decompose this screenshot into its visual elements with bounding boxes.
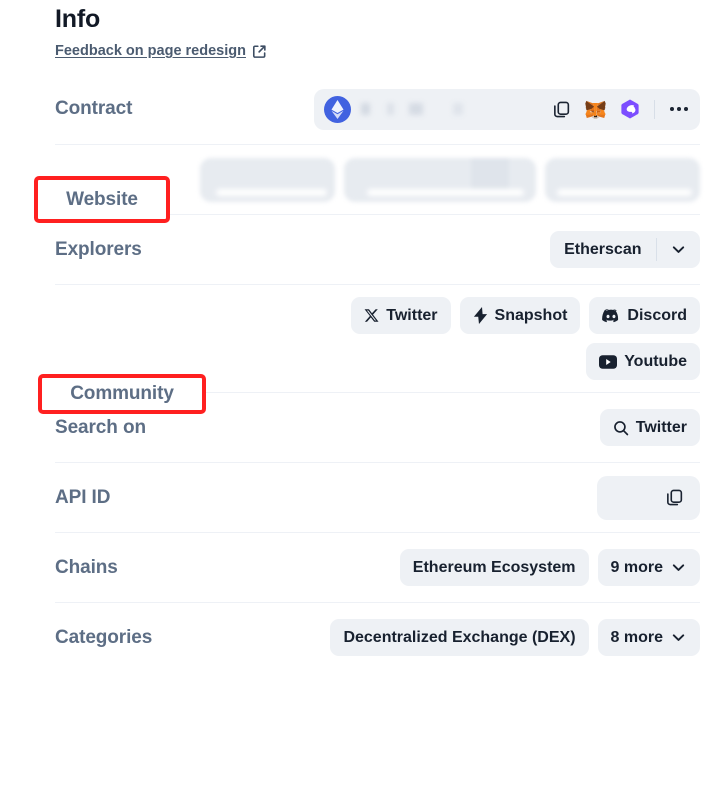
row-value-contract (142, 88, 700, 130)
row-website: Website (55, 144, 700, 214)
copy-icon[interactable] (549, 96, 575, 122)
external-link-icon (252, 44, 267, 59)
page-title: Info (55, 5, 101, 33)
category-chip-label: Decentralized Exchange (DEX) (343, 629, 576, 646)
community-chip-label: Snapshot (494, 307, 568, 324)
info-rows: Contract Explorers Etherscan Twitter Sna… (0, 74, 720, 672)
row-community: Community Twitter Snapshot (55, 284, 700, 392)
api-id-pill[interactable] (597, 475, 700, 520)
chain-chip-primary[interactable]: Ethereum Ecosystem (399, 549, 589, 586)
row-value-search-on: Twitter (156, 409, 700, 446)
row-search-on: Search on Twitter (55, 392, 700, 462)
discord-icon (602, 308, 620, 323)
website-link-placeholder-1[interactable] (200, 157, 335, 202)
community-chip-snapshot[interactable]: Snapshot (459, 297, 581, 334)
snapshot-bolt-icon (473, 307, 488, 324)
row-api-id: API ID (55, 462, 700, 532)
row-categories: Categories Decentralized Exchange (DEX) … (55, 602, 700, 672)
chevron-down-icon[interactable] (657, 231, 700, 268)
feedback-link-row[interactable]: Feedback on page redesign (55, 42, 267, 60)
community-chip-discord[interactable]: Discord (589, 297, 700, 334)
row-value-chains: Ethereum Ecosystem 9 more (128, 549, 700, 586)
chevron-down-icon (670, 629, 687, 646)
x-twitter-icon (364, 308, 379, 323)
row-value-categories: Decentralized Exchange (DEX) 8 more (162, 619, 700, 656)
row-label-explorers: Explorers (55, 238, 142, 260)
explorer-selector[interactable]: Etherscan (550, 231, 700, 268)
row-value-community: Twitter Snapshot Discord Youtube (240, 297, 700, 380)
pill-divider (653, 99, 655, 119)
contract-address-pill[interactable] (314, 88, 700, 130)
row-label-search-on: Search on (55, 416, 146, 438)
row-contract: Contract (55, 74, 700, 144)
metamask-icon[interactable] (583, 96, 609, 122)
copy-icon[interactable] (661, 485, 687, 511)
categories-more-button[interactable]: 8 more (597, 619, 700, 656)
search-on-chip-label: Twitter (635, 419, 687, 436)
search-on-chip-twitter[interactable]: Twitter (599, 409, 700, 446)
community-chip-label: Twitter (386, 307, 438, 324)
row-label-chains: Chains (55, 556, 118, 578)
chains-more-label: 9 more (610, 559, 663, 576)
row-chains: Chains Ethereum Ecosystem 9 more (55, 532, 700, 602)
search-icon (613, 420, 629, 436)
feedback-link-label[interactable]: Feedback on page redesign (55, 42, 246, 60)
row-label-categories: Categories (55, 626, 153, 648)
community-chip-twitter[interactable]: Twitter (351, 297, 451, 334)
community-chip-label: Youtube (624, 353, 687, 370)
panel-header: Info Feedback on page redesign (0, 0, 720, 60)
categories-more-label: 8 more (610, 629, 663, 646)
chains-more-button[interactable]: 9 more (597, 549, 700, 586)
row-label-api-id: API ID (55, 486, 111, 508)
website-link-placeholder-2[interactable] (344, 157, 536, 202)
row-value-api-id (120, 475, 700, 520)
row-value-explorers: Etherscan (152, 231, 700, 268)
info-panel: Info Feedback on page redesign Contract (0, 0, 720, 803)
more-options-icon[interactable] (666, 96, 692, 122)
website-link-placeholder-3[interactable] (545, 157, 700, 202)
community-chip-youtube[interactable]: Youtube (586, 343, 700, 380)
row-explorers: Explorers Etherscan (55, 214, 700, 284)
row-value-website (137, 157, 700, 202)
chevron-down-icon (670, 559, 687, 576)
chain-chip-label: Ethereum Ecosystem (412, 559, 576, 576)
ethereum-logo-icon (324, 95, 351, 123)
explorer-selected-label: Etherscan (564, 241, 642, 258)
contract-address-text (361, 103, 541, 115)
community-chip-label: Discord (627, 307, 687, 324)
category-chip-primary[interactable]: Decentralized Exchange (DEX) (330, 619, 589, 656)
rabby-wallet-icon[interactable] (617, 96, 643, 122)
youtube-icon (599, 354, 618, 369)
row-label-contract: Contract (55, 98, 133, 119)
